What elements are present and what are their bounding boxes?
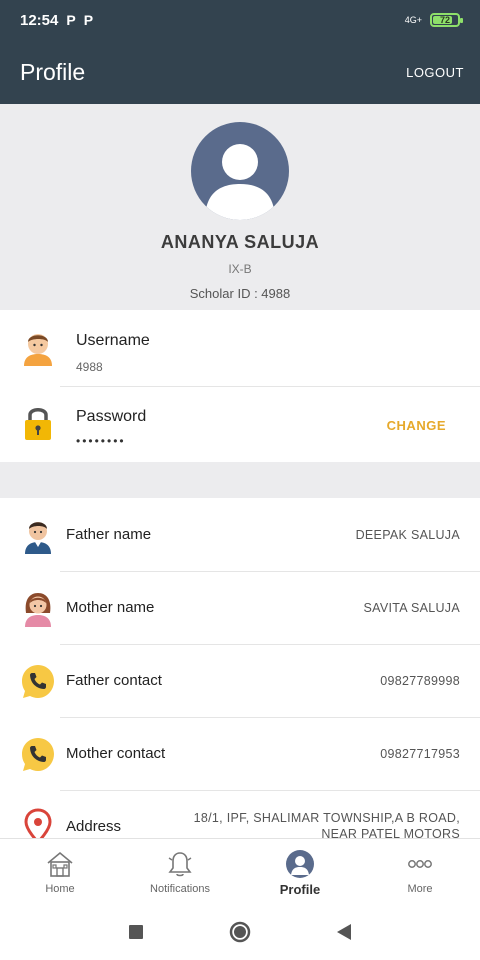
mother-contact-row[interactable]: Mother contact 09827717953: [0, 717, 480, 790]
square-icon: [129, 925, 143, 939]
home-system-button[interactable]: [229, 921, 251, 943]
nav-profile[interactable]: Profile: [240, 839, 360, 904]
page-title: Profile: [20, 58, 86, 85]
detail-value: 09827717953: [380, 747, 460, 761]
mother-name-row: Mother name SAVITA SALUJA: [0, 571, 480, 644]
notification-icon: P: [83, 12, 94, 28]
username-value: 4988: [76, 360, 103, 374]
battery-level: 72: [439, 15, 450, 25]
bell-icon: [168, 852, 192, 877]
status-time: 12:54: [20, 11, 59, 29]
detail-label: Mother name: [66, 599, 155, 616]
username-label: Username: [76, 332, 150, 349]
profile-header: ANANYA SALUJA IX-B Scholar ID : 4988: [0, 104, 480, 310]
man-avatar-icon: [25, 522, 51, 554]
circle-icon: [229, 921, 251, 943]
password-value: ••••••••: [76, 434, 126, 448]
credentials-card: Username 4988 Password •••••••• CHANGE: [0, 310, 480, 462]
phone-icon: [22, 665, 54, 698]
back-triangle-icon: [337, 924, 351, 940]
father-contact-row[interactable]: Father contact 09827789998: [0, 644, 480, 717]
nav-label: More: [407, 883, 433, 895]
detail-value: SAVITA SALUJA: [363, 601, 460, 615]
nav-home[interactable]: Home: [0, 839, 120, 904]
battery-icon: 72: [430, 13, 463, 27]
recent-apps-button[interactable]: [125, 921, 147, 943]
lock-icon: [25, 408, 51, 440]
detail-label: Father name: [66, 526, 152, 543]
detail-label: Father contact: [66, 672, 162, 689]
system-navigation: [0, 904, 480, 960]
logout-button[interactable]: LOGOUT: [406, 65, 464, 80]
password-label: Password: [76, 408, 147, 425]
student-class: IX-B: [228, 262, 252, 276]
username-row: Username 4988: [0, 310, 480, 386]
phone-icon: [22, 738, 54, 771]
details-card: Father name DEEPAK SALUJA Mother name SA…: [0, 498, 480, 838]
profile-icon: [286, 850, 314, 878]
app-bar: Profile LOGOUT: [0, 40, 480, 104]
father-name-row: Father name DEEPAK SALUJA: [0, 498, 480, 571]
more-icon: [408, 860, 432, 868]
signal-icon: 4G+: [404, 15, 422, 25]
nav-label: Home: [45, 883, 75, 895]
woman-avatar-icon: [25, 593, 51, 627]
detail-value: DEEPAK SALUJA: [355, 528, 460, 542]
address-row: Address 18/1, IPF, SHALIMAR TOWNSHIP,A B…: [0, 790, 480, 838]
nav-notifications[interactable]: Notifications: [120, 839, 240, 904]
nav-more[interactable]: More: [360, 839, 480, 904]
avatar: [191, 122, 289, 220]
back-button[interactable]: [333, 921, 355, 943]
notification-icon: P: [66, 12, 76, 28]
change-password-button[interactable]: CHANGE: [387, 418, 446, 433]
location-pin-icon: [24, 808, 52, 838]
status-bar: 12:54 P P 4G+ 72: [0, 0, 480, 40]
student-name: ANANYA SALUJA: [160, 232, 320, 252]
detail-value: 09827789998: [380, 674, 460, 688]
bottom-navigation: Home Notifications Profile More: [0, 838, 480, 904]
scholar-id: Scholar ID : 4988: [189, 286, 291, 301]
detail-label: Address: [66, 818, 122, 835]
detail-value: 18/1, IPF, SHALIMAR TOWNSHIP,A B ROAD, N…: [193, 811, 460, 838]
nav-label: Profile: [279, 882, 321, 897]
user-silhouette-icon: [205, 144, 275, 220]
nav-label: Notifications: [150, 883, 210, 895]
boy-avatar-icon: [24, 334, 52, 366]
detail-label: Mother contact: [66, 745, 166, 762]
home-icon: [47, 851, 73, 877]
